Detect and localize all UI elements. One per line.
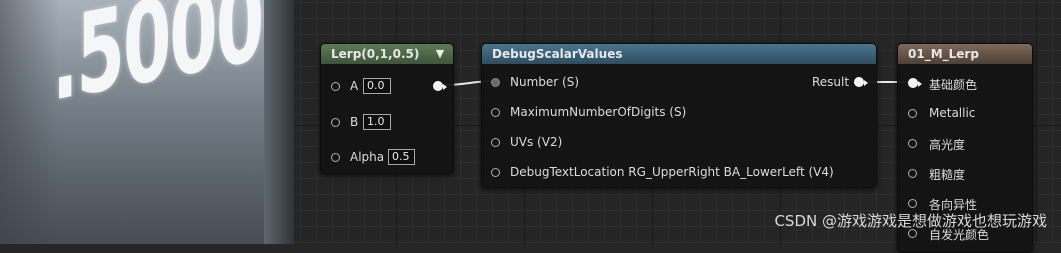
input-pin-icon[interactable] xyxy=(908,139,917,148)
preview-shadow xyxy=(0,0,60,244)
lerp-input-b-label: B xyxy=(350,115,359,129)
material-node-title: 01_M_Lerp xyxy=(908,47,979,61)
lerp-node[interactable]: Lerp(0,1,0.5) ▼ A 0.0 B 1.0 Alpha 0.5 xyxy=(320,43,454,174)
chevron-down-icon[interactable]: ▼ xyxy=(433,47,447,61)
input-pin-icon[interactable] xyxy=(908,169,917,178)
input-pin-icon[interactable] xyxy=(331,82,340,91)
lerp-input-a-label: A xyxy=(350,79,359,93)
debug-output-result-label: Result xyxy=(812,75,850,89)
preview-edge xyxy=(264,0,294,244)
material-input-roughness-label: 粗糙度 xyxy=(929,168,966,182)
material-input-specular-label: 高光度 xyxy=(929,138,966,152)
input-pin-icon[interactable] xyxy=(331,153,340,162)
lerp-node-header[interactable]: Lerp(0,1,0.5) ▼ xyxy=(321,44,453,64)
input-pin-icon[interactable] xyxy=(331,118,340,127)
watermark-text: CSDN @游戏游戏是想做游戏也想玩游戏 xyxy=(774,212,1047,230)
material-input-metallic-label: Metallic xyxy=(929,106,976,120)
debug-input-text-location-label: DebugTextLocation RG_UpperRight BA_Lower… xyxy=(510,165,834,179)
material-graph-canvas[interactable]: Lerp(0,1,0.5) ▼ A 0.0 B 1.0 Alpha 0.5 De… xyxy=(294,0,1061,253)
input-pin-icon[interactable] xyxy=(491,168,500,177)
debug-node-title: DebugScalarValues xyxy=(492,47,623,61)
lerp-input-b-value[interactable]: 1.0 xyxy=(363,114,391,130)
input-pin-icon[interactable] xyxy=(908,199,917,208)
lerp-input-a-value[interactable]: 0.0 xyxy=(363,78,391,94)
input-pin-icon[interactable] xyxy=(908,109,917,118)
debug-node-header[interactable]: DebugScalarValues xyxy=(482,44,876,64)
debug-output-pin-icon[interactable] xyxy=(854,77,868,87)
lerp-input-alpha-value[interactable]: 0.5 xyxy=(388,149,415,165)
lerp-output-pin-icon[interactable] xyxy=(433,81,447,91)
material-node-header[interactable]: 01_M_Lerp xyxy=(898,44,1032,64)
input-pin-icon[interactable] xyxy=(491,138,500,147)
debug-input-max-digits-label: MaximumNumberOfDigits (S) xyxy=(510,105,687,119)
debug-scalar-values-node[interactable]: DebugScalarValues Number (S) MaximumNumb… xyxy=(481,43,877,188)
input-pin-icon[interactable] xyxy=(491,78,500,87)
debug-input-number-label: Number (S) xyxy=(510,75,579,89)
input-pin-icon[interactable] xyxy=(491,108,500,117)
input-pin-icon[interactable] xyxy=(908,78,922,88)
preview-debug-number: .500000 xyxy=(52,0,294,128)
debug-input-uvs-label: UVs (V2) xyxy=(510,135,563,149)
lerp-node-title: Lerp(0,1,0.5) xyxy=(331,47,420,61)
material-preview-viewport[interactable]: .500000 xyxy=(0,0,294,244)
material-input-base-color-label: 基础颜色 xyxy=(929,78,978,92)
lerp-input-alpha-label: Alpha xyxy=(350,150,385,164)
debug-output-result: Result xyxy=(812,75,868,89)
